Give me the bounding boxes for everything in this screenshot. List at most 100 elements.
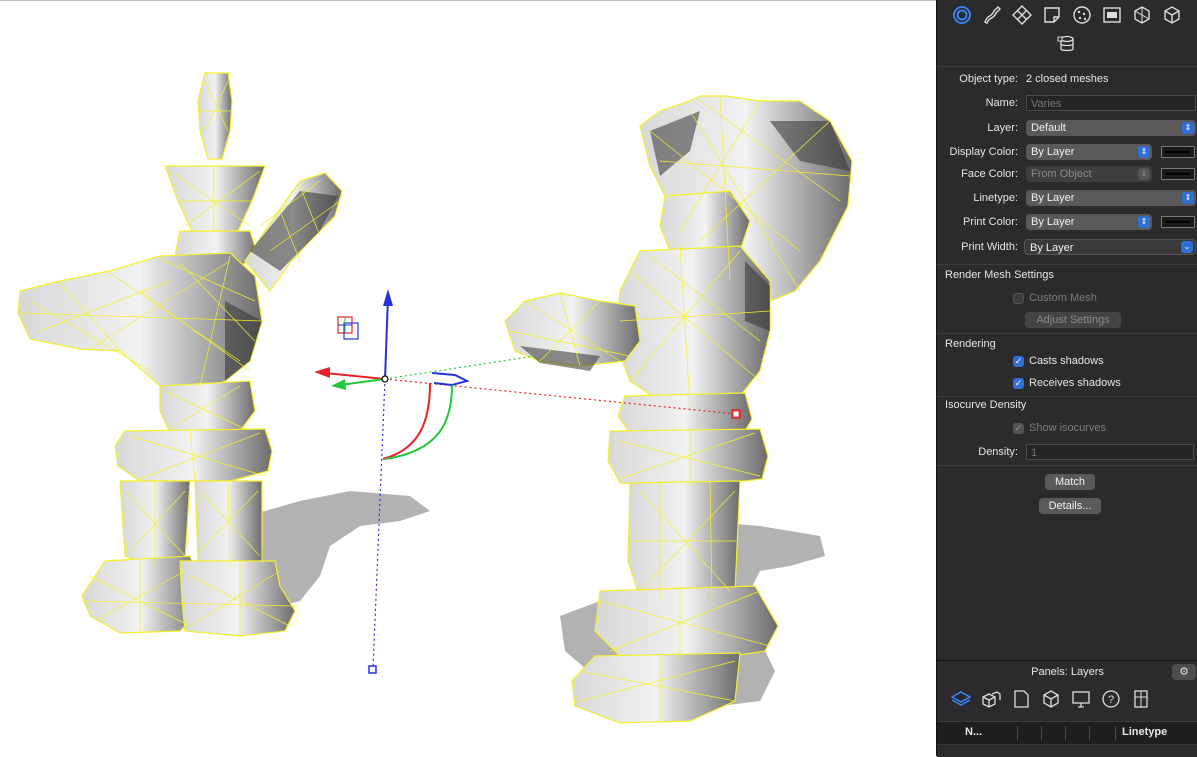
cube-tab[interactable] bbox=[1159, 2, 1185, 28]
layers-tab[interactable] bbox=[949, 687, 973, 711]
name-input[interactable]: Varies bbox=[1026, 95, 1196, 111]
3d-viewport[interactable] bbox=[0, 0, 936, 756]
display-color-swatch[interactable] bbox=[1161, 146, 1195, 158]
gumball-plane-icon[interactable] bbox=[337, 316, 359, 340]
document-icon bbox=[1014, 690, 1029, 708]
updown-arrow-icon: ⇕ bbox=[1138, 168, 1150, 180]
print-width-value: By Layer bbox=[1030, 242, 1074, 254]
panel-layout-icon bbox=[1134, 690, 1148, 708]
object-properties-tab[interactable] bbox=[949, 2, 975, 28]
adjust-settings-button: Adjust Settings bbox=[1025, 312, 1121, 328]
object-type-label: Object type: bbox=[959, 73, 1018, 85]
updown-arrow-icon: ⇕ bbox=[1138, 146, 1150, 158]
face-color-value: From Object bbox=[1031, 168, 1092, 180]
print-color-swatch[interactable] bbox=[1161, 216, 1195, 228]
display-tab[interactable] bbox=[1069, 687, 1093, 711]
panel-layout-tab[interactable] bbox=[1129, 687, 1153, 711]
render-mesh-section-title: Render Mesh Settings bbox=[945, 269, 1054, 281]
linetype-select[interactable]: By Layer ⇕ bbox=[1026, 190, 1196, 206]
checkmark-icon: ✓ bbox=[1013, 355, 1024, 367]
properties-panel: Object type: 2 closed meshes Name: Varie… bbox=[936, 0, 1197, 757]
custom-mesh-label: Custom Mesh bbox=[1029, 292, 1097, 304]
cube-icon bbox=[1164, 6, 1180, 24]
document-tab[interactable] bbox=[1009, 687, 1033, 711]
column-separator bbox=[1115, 726, 1116, 740]
svg-text:?: ? bbox=[1108, 694, 1114, 706]
print-color-select[interactable]: By Layer ⇕ bbox=[1026, 214, 1152, 230]
checkmark-icon: ✓ bbox=[1013, 377, 1024, 389]
print-width-row: Print Width: By Layer ⌄ bbox=[937, 239, 1197, 257]
layer-select[interactable]: Default ⇕ bbox=[1026, 120, 1196, 136]
face-color-row: Face Color: From Object ⇕ bbox=[937, 166, 1197, 184]
face-color-label: Face Color: bbox=[961, 168, 1018, 180]
layer-row: Layer: Default ⇕ bbox=[937, 120, 1197, 138]
layer-label: Layer: bbox=[987, 122, 1018, 134]
linetype-row: Linetype: By Layer ⇕ bbox=[937, 190, 1197, 208]
updown-arrow-icon: ⇕ bbox=[1138, 216, 1150, 228]
name-row: Name: Varies bbox=[937, 95, 1197, 113]
layers-db-tab[interactable] bbox=[1054, 31, 1080, 57]
details-button[interactable]: Details... bbox=[1039, 498, 1101, 514]
curve-icon bbox=[984, 6, 1001, 24]
linetype-label: Linetype: bbox=[973, 192, 1018, 204]
divider bbox=[937, 333, 1197, 334]
display-color-select[interactable]: By Layer ⇕ bbox=[1026, 144, 1152, 160]
updown-arrow-icon: ⇕ bbox=[1182, 192, 1194, 204]
isocurve-section-title: Isocurve Density bbox=[945, 399, 1027, 411]
casts-shadows-label: Casts shadows bbox=[1029, 355, 1104, 367]
linetype-value: By Layer bbox=[1031, 192, 1075, 204]
layers-panel-tab-bar: ? bbox=[949, 687, 1153, 711]
texture-icon bbox=[1073, 6, 1091, 24]
mesh-tab[interactable] bbox=[1129, 2, 1155, 28]
material-icon bbox=[1012, 5, 1032, 25]
match-button[interactable]: Match bbox=[1045, 474, 1095, 490]
divider bbox=[937, 66, 1197, 67]
receives-shadows-checkbox[interactable]: ✓ Receives shadows bbox=[1013, 376, 1121, 390]
help-tab[interactable]: ? bbox=[1099, 687, 1123, 711]
show-isocurves-checkbox: ✓ Show isocurves bbox=[1013, 421, 1106, 435]
chevron-down-icon: ⌄ bbox=[1181, 241, 1193, 253]
density-row: Density: 1 bbox=[937, 444, 1197, 462]
texture-tab[interactable] bbox=[1069, 2, 1095, 28]
custom-mesh-checkbox: Custom Mesh bbox=[1013, 291, 1097, 305]
gear-glyph: ⚙ bbox=[1179, 666, 1189, 678]
properties-tab-bar bbox=[949, 2, 1197, 28]
print-width-select[interactable]: By Layer ⌄ bbox=[1024, 239, 1196, 255]
display-color-row: Display Color: By Layer ⇕ bbox=[937, 144, 1197, 162]
sheet-tab[interactable] bbox=[1039, 2, 1065, 28]
layers-panel: Panels: Layers ⚙ ? N... Linetype bbox=[937, 660, 1197, 757]
checkbox-empty-icon bbox=[1013, 292, 1024, 304]
column-separator bbox=[1041, 726, 1042, 740]
print-color-label: Print Color: bbox=[962, 216, 1018, 228]
casts-shadows-checkbox[interactable]: ✓ Casts shadows bbox=[1013, 354, 1104, 368]
sheet-icon bbox=[1044, 7, 1060, 23]
rendering-section-title: Rendering bbox=[945, 338, 996, 350]
layer-select-value: Default bbox=[1031, 122, 1066, 134]
print-width-label: Print Width: bbox=[961, 241, 1018, 253]
face-color-select: From Object ⇕ bbox=[1026, 166, 1152, 182]
face-color-swatch bbox=[1161, 168, 1195, 180]
updown-arrow-icon: ⇕ bbox=[1182, 122, 1194, 134]
column-name-header[interactable]: N... bbox=[965, 726, 982, 738]
display-color-value: By Layer bbox=[1031, 146, 1075, 158]
density-label: Density: bbox=[978, 446, 1018, 458]
column-separator bbox=[1065, 726, 1066, 740]
print-color-value: By Layer bbox=[1031, 216, 1075, 228]
decal-tab[interactable] bbox=[1099, 2, 1125, 28]
mesh-icon bbox=[1134, 6, 1150, 24]
help-icon: ? bbox=[1102, 690, 1120, 708]
column-separator bbox=[1089, 726, 1090, 740]
curve-tab[interactable] bbox=[979, 2, 1005, 28]
print-color-row: Print Color: By Layer ⇕ bbox=[937, 214, 1197, 232]
block-tab[interactable] bbox=[1039, 687, 1063, 711]
objects-tab[interactable] bbox=[979, 687, 1003, 711]
object-type-row: Object type: 2 closed meshes bbox=[937, 71, 1197, 89]
name-label: Name: bbox=[985, 97, 1018, 109]
mesh-object-right[interactable] bbox=[504, 95, 853, 724]
column-linetype-header[interactable]: Linetype bbox=[1122, 726, 1167, 738]
gear-icon[interactable]: ⚙ bbox=[1172, 664, 1196, 680]
layers-column-header: N... Linetype bbox=[937, 721, 1197, 745]
boxes-icon bbox=[982, 691, 1001, 708]
material-tab[interactable] bbox=[1009, 2, 1035, 28]
viewport-scene[interactable] bbox=[0, 1, 936, 757]
